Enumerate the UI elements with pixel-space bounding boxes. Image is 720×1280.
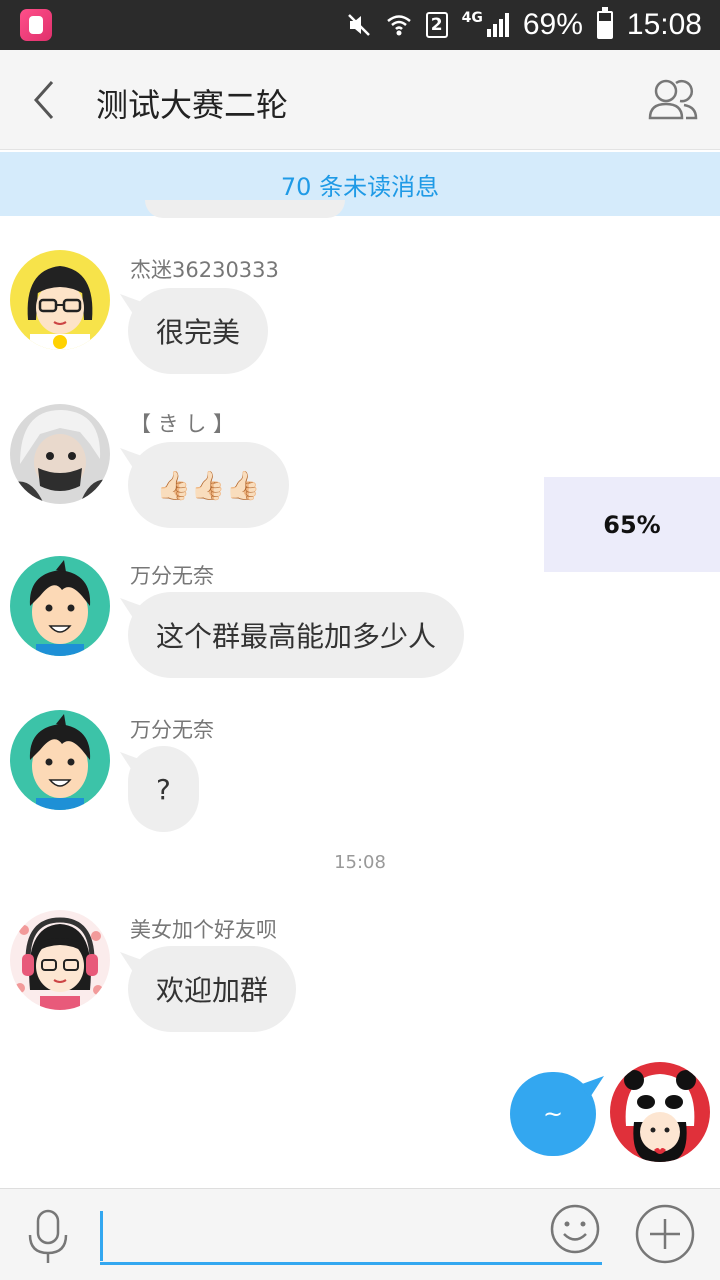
chat-title: 测试大赛二轮 — [96, 86, 289, 124]
status-bar: 2 4G 69% 15:08 — [0, 0, 720, 50]
white-hair-mask-avatar[interactable] — [10, 404, 110, 504]
cartoon-boy-avatar[interactable] — [10, 710, 110, 810]
cartoon-boy-avatar[interactable] — [10, 556, 110, 656]
cartoon-app-icon — [20, 9, 52, 41]
message-bubble[interactable]: ? — [128, 746, 199, 832]
my-message-bubble[interactable]: ~ — [510, 1072, 596, 1156]
message-timestamp: 15:08 — [334, 852, 386, 873]
panda-hat-girl-avatar[interactable] — [610, 1062, 710, 1162]
group-members-icon[interactable] — [646, 74, 700, 124]
battery-icon — [596, 7, 613, 39]
input-bar — [0, 1188, 720, 1280]
progress-percent-overlay: 65% — [544, 477, 720, 572]
sender-name: 杰迷36230333 — [130, 258, 279, 282]
sender-name: 万分无奈 — [130, 718, 214, 742]
wifi-icon — [386, 15, 411, 36]
glasses-girl-avatar[interactable] — [10, 250, 110, 350]
message-bubble[interactable]: 这个群最高能加多少人 — [128, 592, 465, 678]
sender-name: 【 き し 】 — [130, 412, 235, 436]
chat-header: 测试大赛二轮 — [0, 50, 720, 150]
chevron-left-icon[interactable] — [22, 78, 66, 122]
sender-name: 万分无奈 — [130, 564, 214, 588]
clock: 15:08 — [626, 8, 702, 41]
unread-messages-banner[interactable]: 70 条未读消息 — [0, 152, 720, 216]
mute-icon — [347, 14, 370, 36]
message-bubble[interactable]: 欢迎加群 — [128, 946, 297, 1032]
sim-2-icon: 2 — [425, 12, 448, 38]
text-caret — [100, 1211, 103, 1261]
sender-name: 美女加个好友呗 — [130, 918, 277, 942]
battery-percent: 69% — [522, 8, 583, 41]
plus-circle-icon[interactable] — [634, 1203, 696, 1265]
status-icons: 2 4G 69% 15:08 — [346, 0, 702, 50]
network-type: 4G — [461, 10, 483, 26]
signal-icon — [486, 13, 509, 37]
message-bubble[interactable]: 👍🏻👍🏻👍🏻 — [128, 442, 289, 528]
message-input[interactable] — [100, 1207, 602, 1265]
microphone-icon[interactable] — [26, 1207, 70, 1265]
headphone-girl-avatar[interactable] — [10, 910, 110, 1010]
message-bubble[interactable]: 很完美 — [128, 288, 269, 374]
smiley-icon[interactable] — [549, 1203, 601, 1255]
previous-message-bubble — [145, 200, 345, 218]
